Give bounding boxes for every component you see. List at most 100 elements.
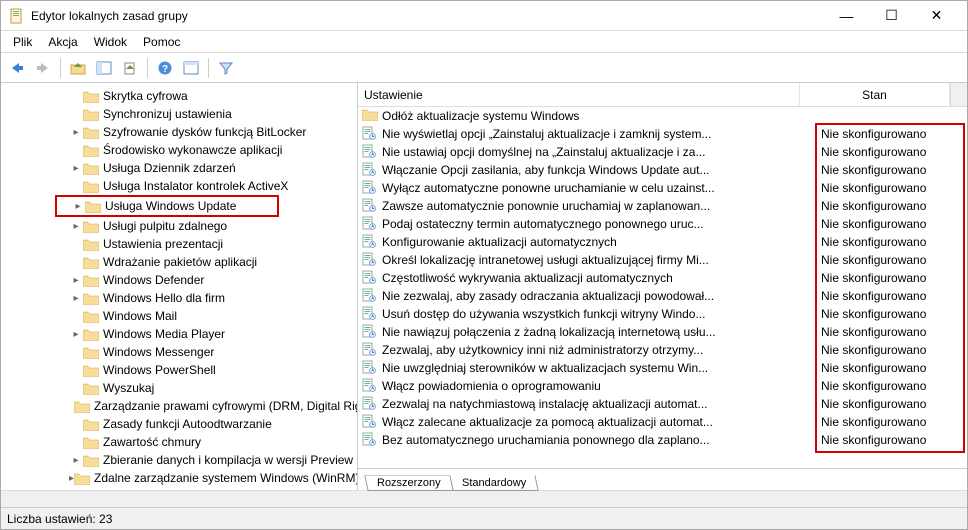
list-row[interactable]: Nie ustawiaj opcji domyślnej na „Zainsta… [358,143,967,161]
menu-help[interactable]: Pomoc [135,33,188,51]
tree-item[interactable]: ▸Synchronizuj ustawienia [1,105,357,123]
list-item-state: Nie skonfigurowano [821,253,963,267]
tree-label: Zasady funkcji Autoodtwarzanie [103,417,272,431]
list-item-state: Nie skonfigurowano [821,181,963,195]
tree-item[interactable]: ▸Zawartość chmury [1,433,357,451]
tree-item[interactable]: ▸Usługi pulpitu zdalnego [1,217,357,235]
tree-label: Zawartość chmury [103,435,201,449]
list-row[interactable]: Konfigurowanie aktualizacji automatyczny… [358,233,967,251]
list-row[interactable]: Włączanie Opcji zasilania, aby funkcja W… [358,161,967,179]
filter-button[interactable] [214,56,238,80]
expander-icon[interactable]: ▸ [69,163,83,174]
list-row[interactable]: Zezwalaj, aby użytkownicy inni niż admin… [358,341,967,359]
toolbar-separator [147,58,148,78]
tree-item[interactable]: ▸Usługa Windows Update [57,197,277,215]
list-body[interactable]: Odłóż aktualizacje systemu WindowsNie wy… [358,107,967,468]
tree-item[interactable]: ▸Windows Messenger [1,343,357,361]
up-button[interactable] [66,56,90,80]
svg-text:?: ? [162,64,168,75]
tree-item[interactable]: ▸ Windows Media Player [1,325,357,343]
list-row[interactable]: Włącz powiadomienia o oprogramowaniuNie … [358,377,967,395]
list-item-name: Włączanie Opcji zasilania, aby funkcja W… [382,163,821,177]
tree-item[interactable]: ▸Zdalne zarządzanie systemem Windows (Wi… [1,469,357,487]
list-row[interactable]: Określ lokalizację intranetowej usługi a… [358,251,967,269]
list-row[interactable]: Częstotliwość wykrywania aktualizacji au… [358,269,967,287]
list-row[interactable]: Wyłącz automatyczne ponowne uruchamianie… [358,179,967,197]
tree-item[interactable]: ▸Windows PowerShell [1,361,357,379]
tree-item[interactable]: ▸Środowisko wykonawcze aplikacji [1,141,357,159]
expander-icon[interactable]: ▸ [71,201,85,212]
expander-icon[interactable]: ▸ [69,293,83,304]
expander-icon[interactable]: ▸ [69,329,83,340]
setting-icon [362,306,378,322]
menubar: Plik Akcja Widok Pomoc [1,31,967,53]
forward-button[interactable] [31,56,55,80]
list-row[interactable]: Podaj ostateczny termin automatycznego p… [358,215,967,233]
list-row[interactable]: Nie zezwalaj, aby zasady odraczania aktu… [358,287,967,305]
setting-icon [362,180,378,196]
tree-pane[interactable]: ▸Skrytka cyfrowa▸Synchronizuj ustawienia… [1,83,358,490]
tree-item[interactable]: ▸Ustawienia prezentacji [1,235,357,253]
setting-icon [362,252,378,268]
tree-label: Wyszukaj [103,381,154,395]
list-item-state: Nie skonfigurowano [821,433,963,447]
folder-icon [83,144,99,157]
list-row[interactable]: Usuń dostęp do używania wszystkich funkc… [358,305,967,323]
tree-item[interactable]: ▸ Zbieranie danych i kompilacja w wersji … [1,451,357,469]
tree-label: Windows Defender [103,273,204,287]
tree-item[interactable]: ▸Zarządzanie prawami cyfrowymi (DRM, Dig… [1,397,357,415]
expander-icon[interactable]: ▸ [69,127,83,138]
expander-icon[interactable]: ▸ [69,275,83,286]
list-item-state: Nie skonfigurowano [821,145,963,159]
tree-item[interactable]: ▸Wyszukaj [1,379,357,397]
list-row[interactable]: Zawsze automatycznie ponownie uruchamiaj… [358,197,967,215]
list-row[interactable]: Nie uwzględniaj sterowników w aktualizac… [358,359,967,377]
export-button[interactable] [118,56,142,80]
tab-standard[interactable]: Standardowy [449,475,539,491]
list-row[interactable]: Nie wyświetlaj opcji „Zainstaluj aktuali… [358,125,967,143]
list-item-name: Włącz powiadomienia o oprogramowaniu [382,379,821,393]
folder-icon [83,454,99,467]
expander-icon[interactable]: ▸ [69,455,83,466]
tree-label: Windows Media Player [103,327,225,341]
tree-item[interactable]: ▸Wdrażanie pakietów aplikacji [1,253,357,271]
minimize-button[interactable]: — [824,2,869,30]
tree-item[interactable]: ▸Zasady funkcji Autoodtwarzanie [1,415,357,433]
properties-button[interactable] [179,56,203,80]
folder-icon [83,126,99,139]
list-item-name: Nie zezwalaj, aby zasady odraczania aktu… [382,289,821,303]
tree-item[interactable]: ▸Usługa Instalator kontrolek ActiveX [1,177,357,195]
tree-item[interactable]: ▸Windows Hello dla firm [1,289,357,307]
tree-item[interactable]: ▸Skrytka cyfrowa [1,87,357,105]
tree-label: Zbieranie danych i kompilacja w wersji P… [103,453,353,467]
maximize-button[interactable]: ☐ [869,2,914,30]
list-item-name: Zezwalaj na natychmiastową instalację ak… [382,397,821,411]
tree-item[interactable]: ▸Szyfrowanie dysków funkcją BitLocker [1,123,357,141]
menu-file[interactable]: Plik [5,33,40,51]
setting-icon [362,432,378,448]
tree-item[interactable]: ▸Windows Mail [1,307,357,325]
tree-label: Wdrażanie pakietów aplikacji [103,255,257,269]
list-row[interactable]: Włącz zalecane aktualizacje za pomocą ak… [358,413,967,431]
folder-icon [83,90,99,103]
tabs-row: Rozszerzony Standardowy [358,468,967,490]
menu-action[interactable]: Akcja [40,33,85,51]
column-header-name[interactable]: Ustawienie [358,83,800,106]
menu-view[interactable]: Widok [86,33,135,51]
list-row[interactable]: Nie nawiązuj połączenia z żadną lokaliza… [358,323,967,341]
tree-item[interactable]: ▸Usługa Dziennik zdarzeń [1,159,357,177]
list-folder-row[interactable]: Odłóż aktualizacje systemu Windows [358,107,967,125]
list-row[interactable]: Bez automatycznego uruchamiania ponowneg… [358,431,967,449]
back-button[interactable] [5,56,29,80]
horizontal-scrollbar[interactable] [1,490,967,507]
column-header-state[interactable]: Stan [800,83,950,106]
expander-icon[interactable]: ▸ [69,221,83,232]
list-row[interactable]: Zezwalaj na natychmiastową instalację ak… [358,395,967,413]
help-button[interactable]: ? [153,56,177,80]
tree-item[interactable]: ▸ Windows Defender [1,271,357,289]
show-hide-tree-button[interactable] [92,56,116,80]
list-item-name: Zawsze automatycznie ponownie uruchamiaj… [382,199,821,213]
tab-extended[interactable]: Rozszerzony [364,475,453,491]
close-button[interactable]: ✕ [914,2,959,30]
setting-icon [362,144,378,160]
